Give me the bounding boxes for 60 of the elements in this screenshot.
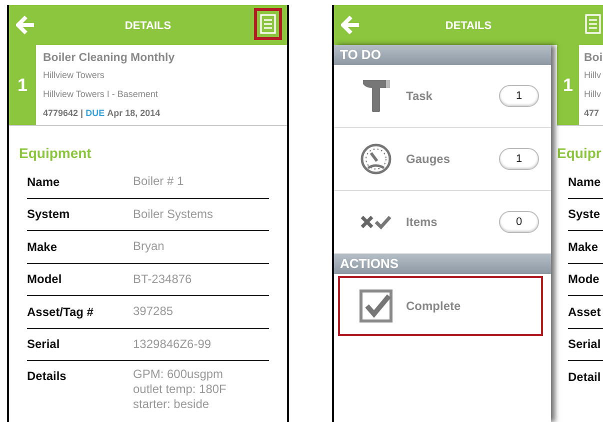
field-label: System	[27, 206, 71, 224]
count-badge: 1	[499, 85, 539, 107]
work-order-number: 477	[584, 108, 600, 118]
field-label: Model	[27, 271, 63, 288]
field-value: 1329846Z6-99	[133, 336, 212, 353]
work-order-number: 4779642 |	[43, 108, 84, 118]
item-label: Items	[406, 214, 438, 231]
screen-title: DETAILS	[444, 19, 493, 34]
back-button[interactable]	[16, 15, 36, 35]
hammer-icon	[360, 78, 392, 114]
section-header: TO DO	[334, 45, 551, 65]
task-number: 1	[9, 45, 36, 125]
section-title: Equipment	[18, 144, 92, 163]
item-label: Gauges	[406, 151, 452, 168]
menu-icon	[260, 14, 276, 34]
task-title: Boiler Cleaning Monthly	[43, 51, 175, 65]
field-value: GPM: 600usgpm outlet temp: 180F starter: beside	[133, 367, 226, 412]
item-label: Task	[406, 88, 434, 105]
gauge-icon	[360, 143, 392, 175]
back-arrow-icon	[341, 15, 361, 35]
cross-and-check-icon	[360, 213, 392, 231]
location-text: Hillview Towers I - Basement	[43, 88, 159, 101]
field-label: Name	[27, 174, 61, 191]
field-label: Detail	[568, 369, 602, 386]
screen-title: DETAILS	[124, 19, 172, 34]
field-label: Asset/Tag #	[27, 304, 94, 321]
field-label: Details	[27, 368, 68, 385]
field-label: Serial	[568, 328, 603, 361]
field-value: Boiler # 1	[133, 173, 184, 190]
field-value: BT-234876	[133, 270, 192, 288]
field-label: Mode	[568, 264, 603, 296]
item-label: Complete	[406, 298, 462, 315]
field-label: Asset	[568, 296, 603, 328]
drawer-item[interactable]: Complete	[338, 276, 543, 336]
count-badge: 1	[499, 148, 539, 170]
site-name: Hillview Towers	[43, 69, 106, 82]
count-badge: 0	[499, 211, 539, 233]
drawer-item[interactable]: Task 1	[334, 65, 551, 128]
field-value: Bryan	[133, 238, 164, 256]
back-arrow-icon	[16, 15, 36, 35]
location-text: Hillv	[584, 88, 602, 101]
field-label: Serial	[27, 336, 61, 354]
menu-button[interactable]	[254, 8, 282, 40]
field-value: Boiler Systems	[133, 206, 214, 223]
site-name: Hillv	[584, 69, 602, 82]
field-label: Syste	[568, 198, 603, 231]
due-label: DUE	[86, 108, 105, 118]
task-number: 1	[557, 45, 579, 125]
task-title: Boi	[584, 51, 603, 65]
due-date: Apr 18, 2014	[107, 108, 160, 118]
field-value: 397285	[133, 303, 174, 320]
field-label: Make	[568, 231, 603, 264]
field-label: Name	[568, 166, 603, 198]
menu-icon	[585, 14, 601, 34]
back-button[interactable]	[341, 15, 361, 35]
section-title: Equipr	[557, 144, 602, 163]
field-label: Make	[27, 238, 58, 256]
section-header: ACTIONS	[334, 254, 551, 274]
drawer-item[interactable]: Gauges 1	[334, 128, 551, 191]
checkbox-icon	[359, 289, 393, 323]
